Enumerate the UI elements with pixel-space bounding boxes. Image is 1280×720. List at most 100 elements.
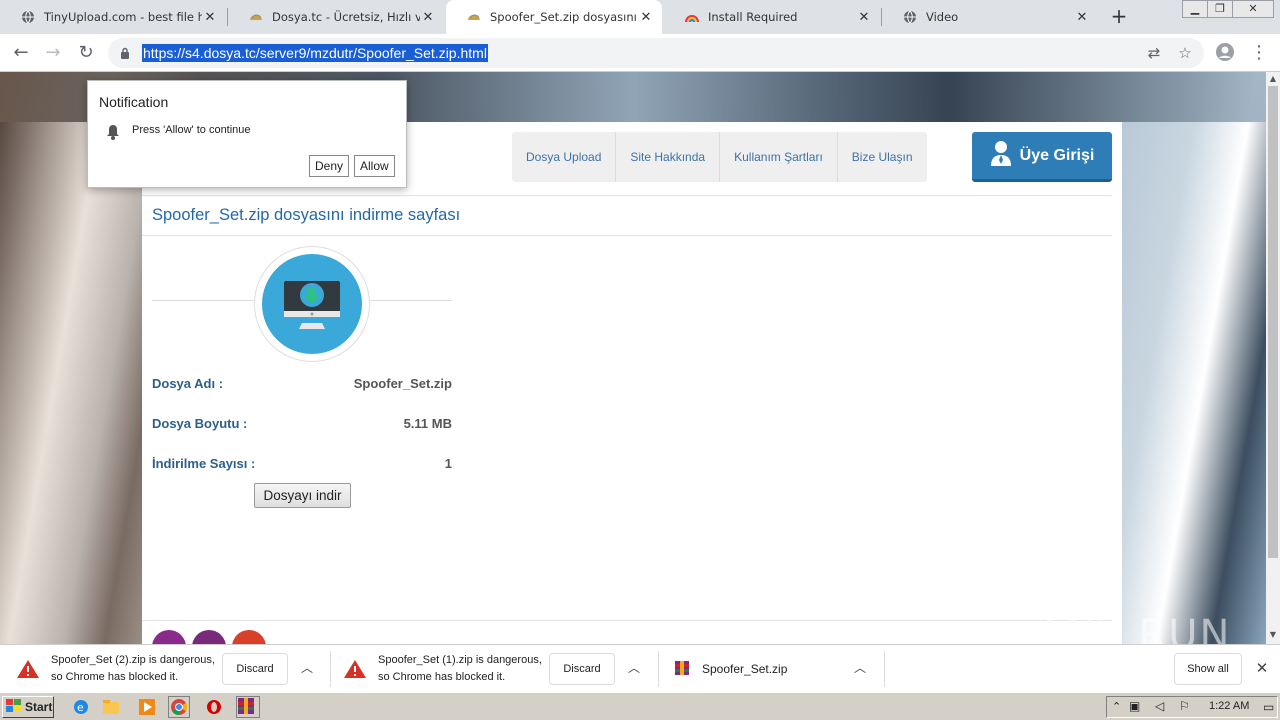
close-icon[interactable]: ✕: [420, 10, 436, 25]
chevron-up-icon[interactable]: ︿: [299, 659, 315, 676]
new-tab-button[interactable]: +: [1108, 6, 1130, 28]
deny-button[interactable]: Deny: [309, 155, 350, 177]
menu-icon[interactable]: ⋮: [1248, 42, 1270, 64]
download-filename: Spoofer_Set.zip: [702, 662, 788, 676]
warning-icon: [343, 659, 367, 682]
tab-title: TinyUpload.com - best file hosting: [44, 10, 202, 24]
windows-logo-icon: [6, 698, 22, 716]
download-line2: so Chrome has blocked it.: [378, 671, 506, 683]
shelf-separator: [884, 651, 885, 687]
tab-title: Spoofer_Set.zip dosyasını indirme: [490, 10, 638, 24]
flag-icon[interactable]: ⚐: [1179, 699, 1190, 713]
rainbow-icon: [684, 9, 700, 25]
download-count-label: İndirilme Sayısı :: [152, 456, 256, 471]
scroll-up-icon[interactable]: ▲: [1266, 72, 1280, 86]
download-item-3[interactable]: Spoofer_Set.zip ︿: [658, 645, 884, 693]
tab-dosya[interactable]: Dosya.tc - Ücretsiz, Hızlı ve Kolay ✕: [228, 0, 444, 34]
nav-kullanim-sartlari[interactable]: Kullanım Şartları: [720, 132, 838, 182]
tab-strip: TinyUpload.com - best file hosting ✕ Dos…: [0, 0, 1280, 34]
download-count-value: 1: [444, 456, 452, 471]
profile-icon[interactable]: [1214, 42, 1236, 64]
taskbar: Start e ⌃ ▣ ◁ ⚐ 1:22 AM ▭: [0, 692, 1280, 720]
tab-title: Video: [926, 10, 959, 24]
site-nav: Dosya Upload Site Hakkında Kullanım Şart…: [512, 132, 927, 182]
bell-icon: [106, 124, 120, 143]
close-icon[interactable]: ✕: [1074, 10, 1090, 25]
warning-icon: [16, 659, 40, 682]
start-label: Start: [25, 700, 53, 714]
social-icon-2[interactable]: [192, 630, 226, 644]
divider: [142, 195, 1112, 196]
login-button[interactable]: Üye Girişi: [972, 132, 1112, 182]
show-all-button[interactable]: Show all: [1174, 653, 1242, 685]
tab-title: Dosya.tc - Ücretsiz, Hızlı ve Kolay: [272, 10, 420, 24]
globe-icon: [902, 9, 918, 25]
lock-icon: [120, 47, 130, 62]
reload-button[interactable]: ↻: [75, 42, 97, 64]
social-icon-1[interactable]: [152, 630, 186, 644]
file-name-label: Dosya Adı :: [152, 376, 224, 391]
download-monitor-icon: [262, 254, 362, 354]
login-label: Üye Girişi: [1019, 146, 1095, 164]
dosya-icon: [248, 9, 264, 25]
chevron-up-icon[interactable]: ︿: [852, 659, 868, 676]
page-title: Spoofer_Set.zip dosyasını indirme sayfas…: [152, 206, 461, 224]
media-player-icon[interactable]: [138, 698, 156, 716]
volume-icon[interactable]: ◁: [1155, 699, 1164, 713]
download-item-1[interactable]: Spoofer_Set (2).zip is dangerous, so Chr…: [0, 645, 330, 693]
minimize-button[interactable]: ▁: [1182, 0, 1208, 18]
forward-button[interactable]: →: [42, 42, 64, 64]
ie-icon[interactable]: e: [72, 698, 90, 716]
clock[interactable]: 1:22 AM: [1209, 700, 1249, 712]
tab-install-required[interactable]: Install Required ✕: [664, 0, 880, 34]
opera-icon[interactable]: [205, 698, 223, 716]
url-text[interactable]: https://s4.dosya.tc/server9/mzdutr/Spoof…: [142, 44, 488, 62]
tab-spoofer-active[interactable]: Spoofer_Set.zip dosyasını indirme ✕: [446, 0, 662, 34]
browser-toolbar: ← → ↻ https://s4.dosya.tc/server9/mzdutr…: [0, 34, 1280, 72]
chrome-icon[interactable]: [168, 696, 190, 718]
notification-message: Press 'Allow' to continue: [132, 124, 251, 136]
network-icon[interactable]: ▣: [1129, 699, 1140, 713]
nav-site-hakkinda[interactable]: Site Hakkında: [616, 132, 721, 182]
file-name-value: Spoofer_Set.zip: [353, 376, 452, 391]
show-desktop-icon[interactable]: ▭: [1263, 700, 1274, 714]
discard-button[interactable]: Discard: [549, 653, 615, 685]
file-size-value: 5.11 MB: [403, 416, 452, 431]
start-button[interactable]: Start: [2, 696, 54, 718]
folder-icon[interactable]: [102, 698, 120, 716]
nav-bize-ulasin[interactable]: Bize Ulaşın: [838, 132, 927, 182]
download-item-2[interactable]: Spoofer_Set (1).zip is dangerous, so Chr…: [330, 645, 658, 693]
bookmark-star-icon[interactable]: ☆: [1176, 44, 1194, 62]
scrollbar-thumb[interactable]: [1268, 86, 1278, 558]
discard-button[interactable]: Discard: [222, 653, 288, 685]
tab-title: Install Required: [708, 10, 798, 24]
address-bar[interactable]: https://s4.dosya.tc/server9/mzdutr/Spoof…: [108, 38, 1204, 68]
download-file-button[interactable]: Dosyayı indir: [254, 483, 351, 508]
notification-popup: Notification Press 'Allow' to continue D…: [87, 80, 407, 188]
download-line2: so Chrome has blocked it.: [51, 671, 179, 683]
scroll-down-icon[interactable]: ▼: [1266, 628, 1280, 642]
svg-text:e: e: [77, 701, 84, 714]
allow-button[interactable]: Allow: [354, 155, 395, 177]
close-icon[interactable]: ✕: [638, 10, 654, 25]
window-close-button[interactable]: ✕: [1232, 0, 1274, 18]
winrar-icon[interactable]: [236, 696, 260, 718]
restore-button[interactable]: ❐: [1207, 0, 1233, 18]
close-icon[interactable]: ✕: [856, 10, 872, 25]
nav-dosya-upload[interactable]: Dosya Upload: [512, 132, 617, 182]
system-tray: ⌃ ▣ ◁ ⚐ 1:22 AM ▭: [1106, 696, 1278, 718]
download-line1: Spoofer_Set (1).zip is dangerous,: [378, 654, 542, 666]
tray-expand-icon[interactable]: ⌃: [1112, 700, 1121, 713]
translate-icon[interactable]: ⇄: [1145, 44, 1163, 62]
close-icon[interactable]: ✕: [1254, 659, 1270, 677]
back-button[interactable]: ←: [10, 42, 32, 64]
close-icon[interactable]: ✕: [202, 10, 218, 25]
social-icon-3[interactable]: [232, 630, 266, 644]
chevron-up-icon[interactable]: ︿: [626, 659, 642, 676]
tab-video[interactable]: Video ✕: [882, 0, 1098, 34]
download-item-text: Spoofer_Set (1).zip is dangerous, so Chr…: [378, 652, 542, 686]
user-icon: [990, 140, 1012, 171]
notification-title: Notification: [99, 94, 169, 110]
tab-tinyupload[interactable]: TinyUpload.com - best file hosting ✕: [0, 0, 226, 34]
file-size-label: Dosya Boyutu :: [152, 416, 248, 431]
